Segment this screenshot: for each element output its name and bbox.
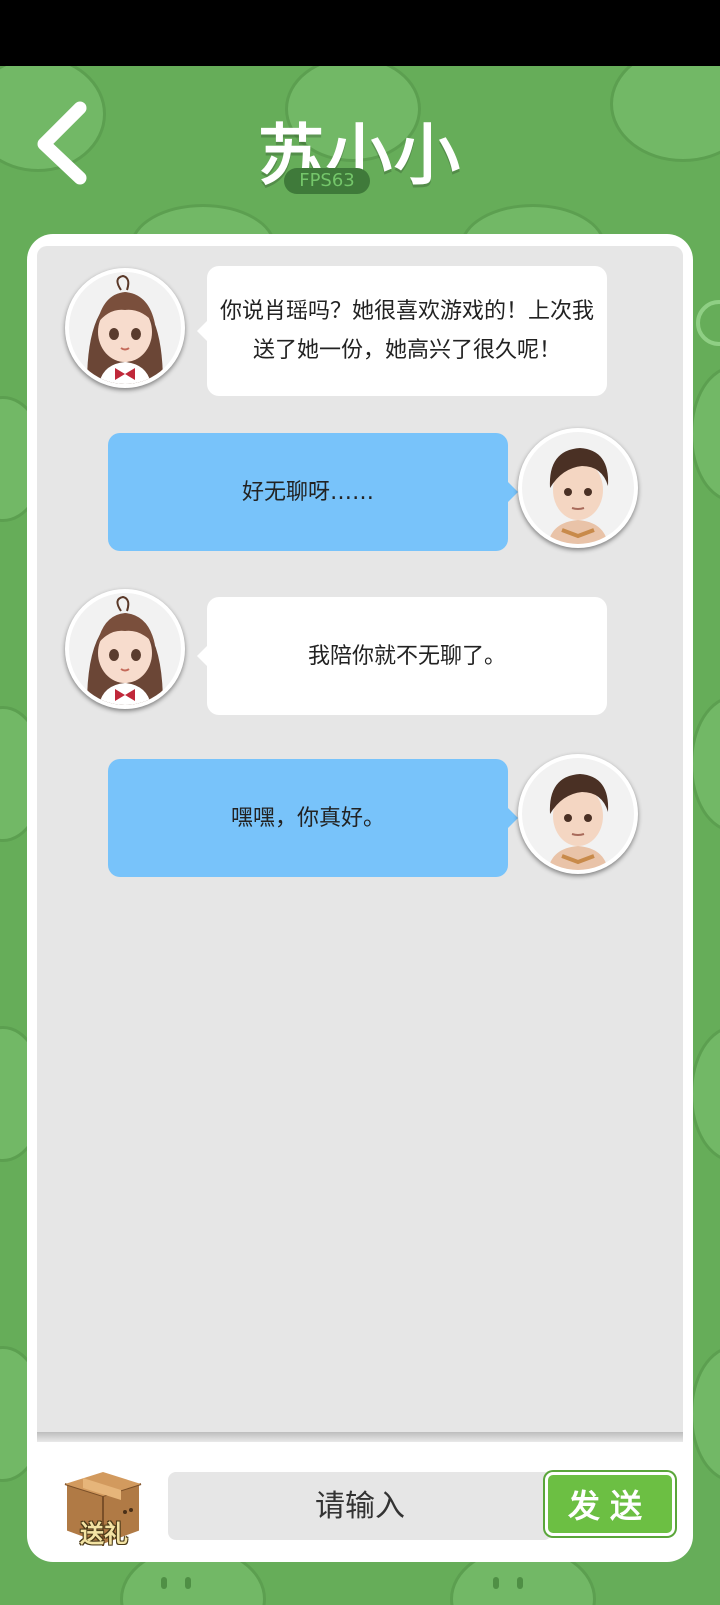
status-bar	[0, 0, 720, 66]
fps-counter: FPS63	[284, 168, 370, 194]
background-blob	[690, 1026, 720, 1162]
player-message-bubble: 嘿嘿，你真好。	[108, 759, 518, 877]
chat-area[interactable]: 你说肖瑶吗？她很喜欢游戏的！上次我送了她一份，她高兴了很久呢！ 好无聊呀…… 我…	[37, 246, 683, 1440]
gift-button[interactable]: 送礼	[55, 1454, 151, 1550]
chat-divider	[37, 1432, 683, 1442]
npc-avatar	[65, 268, 185, 388]
message-input[interactable]	[168, 1472, 552, 1540]
background-blob	[690, 696, 720, 832]
npc-avatar	[65, 589, 185, 709]
npc-message-bubble: 我陪你就不无聊了。	[197, 597, 607, 715]
gift-label: 送礼	[80, 1520, 128, 1548]
chat-panel: 你说肖瑶吗？她很喜欢游戏的！上次我送了她一份，她高兴了很久呢！ 好无聊呀…… 我…	[27, 234, 693, 1562]
player-avatar	[518, 428, 638, 548]
player-message-bubble: 好无聊呀……	[108, 433, 518, 551]
girl-portrait-icon	[69, 593, 181, 705]
boy-portrait-icon	[522, 758, 634, 870]
background-blob	[690, 1346, 720, 1482]
header-bar: 苏小小 FPS63	[0, 66, 720, 216]
girl-portrait-icon	[69, 272, 181, 384]
boy-portrait-icon	[522, 432, 634, 544]
npc-message-bubble: 你说肖瑶吗？她很喜欢游戏的！上次我送了她一份，她高兴了很久呢！	[197, 266, 607, 396]
background-blob	[690, 366, 720, 502]
send-button[interactable]: 发送	[545, 1472, 675, 1536]
player-avatar	[518, 754, 638, 874]
